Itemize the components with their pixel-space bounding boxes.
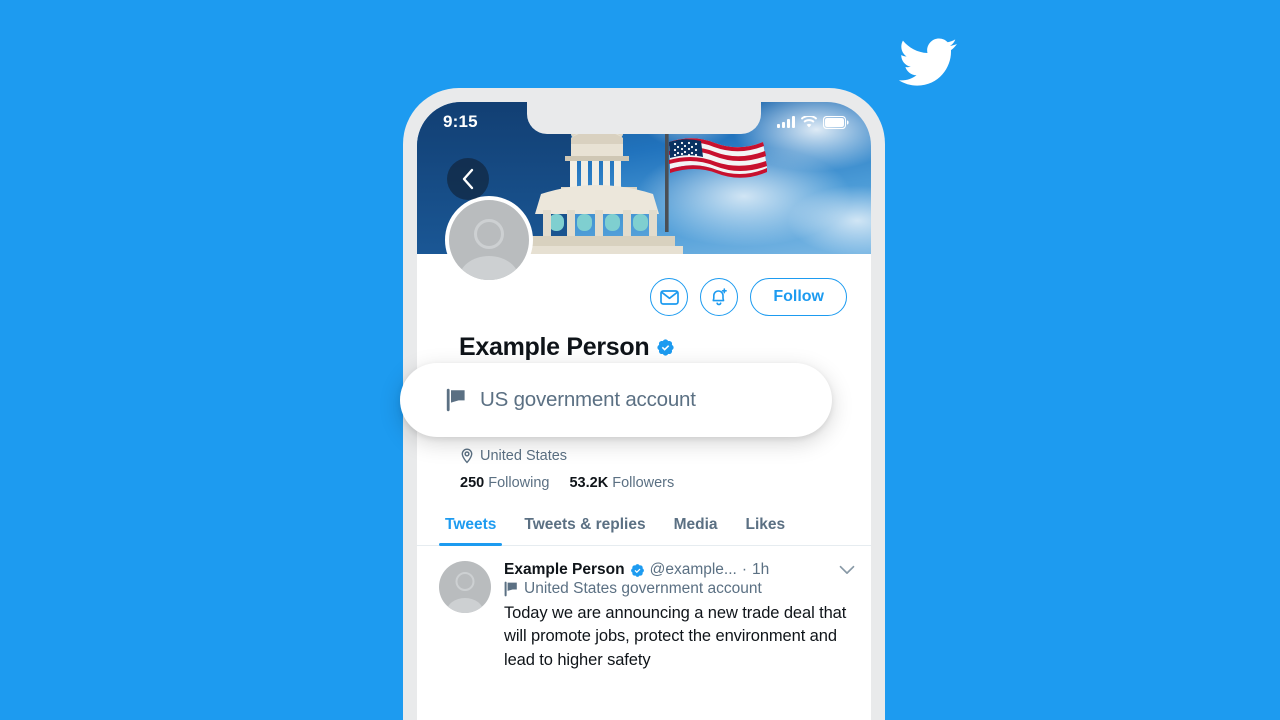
avatar-body-shape (459, 256, 519, 280)
status-bar-icons (777, 115, 849, 129)
tab-likes[interactable]: Likes (732, 510, 800, 545)
verified-badge-icon (656, 338, 675, 357)
tweet-header: Example Person @example... · 1h (504, 561, 855, 579)
followers-count: 53.2K (569, 475, 609, 491)
profile-stats: 250 Following 53.2K Followers (417, 464, 871, 491)
government-flag-icon (446, 388, 466, 412)
tweet-author-name: Example Person (504, 561, 625, 578)
back-chevron-icon (462, 168, 474, 190)
government-flag-icon (504, 581, 518, 597)
tweet-handle: @example... (649, 561, 737, 578)
government-account-callout: US government account (400, 363, 832, 437)
tweet-government-label: United States government account (524, 580, 762, 597)
status-bar: 9:15 (417, 102, 871, 136)
tweet-item[interactable]: Example Person @example... · 1h United S… (417, 546, 871, 672)
following-count: 250 (460, 475, 485, 491)
tweet-government-label-row: United States government account (504, 580, 855, 598)
avatar[interactable] (445, 196, 533, 284)
status-bar-clock: 9:15 (443, 112, 478, 131)
tweet-menu-button[interactable] (831, 565, 855, 575)
tab-media[interactable]: Media (660, 510, 732, 545)
followers-label: Followers (612, 475, 675, 491)
followers-stat[interactable]: 53.2K Followers (569, 475, 674, 491)
tweet-avatar-head-shape (455, 572, 475, 591)
tab-tweets-and-replies[interactable]: Tweets & replies (510, 510, 659, 545)
notifications-button[interactable] (700, 278, 739, 316)
profile-display-name-row: Example Person (417, 316, 871, 362)
cellular-signal-icon (777, 116, 795, 128)
tweet-body-text: Today we are announcing a new trade deal… (504, 604, 847, 669)
tweet-timestamp: 1h (752, 561, 770, 578)
tweet-avatar-body-shape (446, 598, 484, 613)
profile-location-label: United States (480, 448, 568, 464)
tweet-avatar[interactable] (439, 561, 491, 613)
profile-location: United States (417, 448, 871, 464)
message-envelope-icon (659, 289, 679, 305)
notification-bell-add-icon (712, 288, 728, 306)
chevron-down-icon (839, 565, 855, 574)
location-pin-icon (461, 448, 473, 464)
tweet-content: Example Person @example... · 1h United S… (504, 561, 855, 672)
twitter-bird-logo (893, 33, 963, 91)
profile-tabs: Tweets Tweets & replies Media Likes (417, 510, 871, 547)
wifi-icon (801, 116, 817, 128)
following-label: Following (488, 475, 550, 491)
message-button[interactable] (650, 278, 689, 316)
tab-tweets[interactable]: Tweets (431, 510, 510, 547)
following-stat[interactable]: 250 Following (460, 475, 549, 491)
tweet-separator: · (741, 561, 748, 578)
government-account-callout-text: US government account (480, 388, 696, 411)
american-flag-graphic (649, 124, 779, 232)
tweet-verified-badge-icon (630, 563, 645, 578)
avatar-head-shape (474, 219, 504, 249)
profile-section: Follow Example Person United States 250 … (417, 196, 871, 672)
page-title: Example Person (459, 333, 650, 361)
back-button[interactable] (447, 158, 489, 200)
battery-icon (823, 115, 849, 129)
follow-button[interactable]: Follow (750, 278, 847, 316)
